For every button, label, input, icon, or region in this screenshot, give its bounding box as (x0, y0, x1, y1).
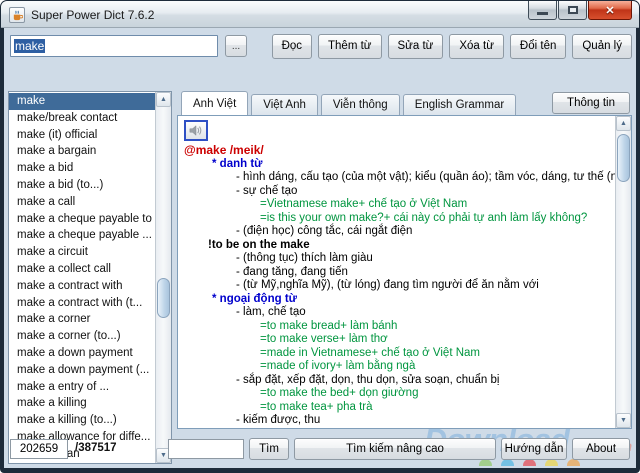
list-item[interactable]: make a cheque payable ... (9, 227, 155, 244)
list-item[interactable]: make a contract with (9, 278, 155, 295)
toolbar-button-read[interactable]: Đọc (271, 33, 313, 59)
list-item[interactable]: make a down payment (9, 345, 155, 362)
close-button[interactable]: ✕ (588, 1, 632, 20)
list-item[interactable]: make a killing (to...) (9, 412, 155, 429)
list-item[interactable]: make a killing (9, 395, 155, 412)
find-input[interactable] (168, 439, 244, 459)
definition-line: - sự chế tạo (236, 184, 298, 197)
word-list-scrollbar-thumb[interactable] (157, 278, 170, 318)
tab-english-grammar[interactable]: English Grammar (402, 94, 517, 115)
definition-line: - (điện học) công tắc, cái ngắt điện (236, 225, 413, 237)
scroll-down-icon[interactable]: ▼ (616, 413, 631, 428)
client-area: make ... Đọc Thêm từ Sửa từ Xóa từ Đổi tên Qu… (4, 28, 636, 468)
coffee-cup-icon (13, 10, 23, 20)
maximize-icon (567, 6, 578, 14)
definition-body: @make /meik/* danh từ - hình dáng, cấu tạ… (178, 116, 615, 428)
watermark-dot (501, 459, 514, 466)
titlebar: Super Power Dict 7.6.2 ✕ (1, 1, 639, 28)
definition-scrollbar[interactable]: ▲ ▼ (615, 116, 631, 428)
toolbar-button-rename[interactable]: Đổi tên (509, 33, 567, 59)
word-list: make make/break contact make (it) official… (9, 92, 155, 463)
definition-line: * danh từ (212, 157, 263, 170)
statusbar: 202659 /387517 Tìm Tìm kiếm nâng cao Hướ… (4, 422, 636, 468)
scroll-up-icon[interactable]: ▲ (156, 92, 171, 107)
info-button[interactable]: Thông tin (552, 92, 630, 114)
window-controls: ✕ (528, 1, 632, 20)
list-item[interactable]: make a bid (to...) (9, 177, 155, 194)
definition-line: - kiếm được, thu (236, 414, 321, 426)
toolbar-button-edit-word[interactable]: Sửa từ (387, 33, 444, 59)
definition-panel: @make /meik/* danh từ - hình dáng, cấu tạ… (177, 115, 632, 429)
toolbar-buttons: Đọc Thêm từ Sửa từ Xóa từ Đổi tên Quản lý (271, 33, 632, 59)
window-title: Super Power Dict 7.6.2 (31, 8, 155, 22)
about-button[interactable]: About (572, 438, 630, 460)
help-button[interactable]: Hướng dẫn (501, 438, 567, 460)
watermark-dot (567, 459, 580, 466)
tab-vien-thong[interactable]: Viễn thông (320, 94, 400, 115)
toolbar: make ... Đọc Thêm từ Sửa từ Xóa từ Đổi tên Qu… (10, 33, 632, 59)
java-app-icon (9, 7, 25, 23)
definition-scrollbar-thumb[interactable] (617, 134, 630, 182)
definition-line: =is this your own make?+ cái này có phải… (260, 211, 588, 224)
list-item[interactable]: make a entry of ... (9, 379, 155, 396)
browse-button[interactable]: ... (225, 35, 247, 57)
search-input[interactable]: make (10, 35, 219, 57)
list-item[interactable]: make/break contact (9, 110, 155, 127)
list-item[interactable]: make (9, 93, 155, 110)
word-index-field[interactable]: 202659 (10, 439, 68, 459)
word-list-scrollbar[interactable]: ▲ ▼ (155, 92, 171, 463)
tab-viet-anh[interactable]: Việt Anh (251, 94, 318, 115)
list-item[interactable]: make a corner (9, 311, 155, 328)
list-item[interactable]: make a bid (9, 160, 155, 177)
speaker-icon (189, 125, 202, 136)
word-list-panel: make make/break contact make (it) official… (8, 91, 172, 464)
toolbar-button-add-word[interactable]: Thêm từ (318, 33, 382, 59)
toolbar-button-delete-word[interactable]: Xóa từ (449, 33, 504, 59)
advanced-search-button[interactable]: Tìm kiếm nâng cao (294, 438, 496, 460)
find-button[interactable]: Tìm (249, 438, 289, 460)
definition-line: =to make money+ kiếm tiền (184, 428, 613, 429)
list-item[interactable]: make (it) official (9, 127, 155, 144)
list-item[interactable]: make a call (9, 194, 155, 211)
pronounce-button[interactable] (184, 120, 208, 141)
definition-line: - sắp đặt, xếp đặt, dọn, thu dọn, sửa so… (236, 373, 500, 386)
list-item[interactable]: make a corner (to...) (9, 328, 155, 345)
definition-line: - (từ Mỹ,nghĩa Mỹ), (từ lóng) đang tìm n… (236, 279, 539, 291)
definition-line: =made of ivory+ làm bằng ngà (260, 360, 416, 372)
definition-line: !to be on the make (208, 238, 310, 251)
list-item[interactable]: make a down payment (... (9, 362, 155, 379)
word-total-label: /387517 (75, 442, 117, 454)
list-item[interactable]: make a cheque payable to (9, 211, 155, 228)
list-item[interactable]: make a circuit (9, 244, 155, 261)
scroll-up-icon[interactable]: ▲ (616, 116, 631, 131)
close-icon: ✕ (605, 4, 615, 17)
list-item[interactable]: make a bargain (9, 143, 155, 160)
watermark-dots (479, 459, 580, 466)
watermark-dot (545, 459, 558, 466)
tab-anh-viet[interactable]: Anh Việt (181, 91, 249, 115)
toolbar-button-manage[interactable]: Quản lý (572, 33, 632, 59)
search-input-value: make (14, 39, 46, 53)
list-item[interactable]: make a contract with (t... (9, 295, 155, 312)
definition-line: - hình dáng, cấu tạo (của một vật); kiểu… (236, 171, 615, 183)
list-item[interactable]: make a collect call (9, 261, 155, 278)
definition-line: =to make tea+ pha trà (260, 400, 373, 413)
definition-line: - đang tăng, đang tiến (236, 265, 348, 278)
minimize-icon (537, 12, 548, 15)
definition-line: * ngoại động từ (212, 292, 297, 305)
definition-line: =Vietnamese make+ chế tạo ở Việt Nam (260, 198, 468, 210)
definition-line: =to make verse+ làm thơ (260, 333, 388, 345)
app-window: Super Power Dict 7.6.2 ✕ make ... Đọc Thê… (0, 0, 640, 473)
definition-line: - làm, chế tạo (236, 306, 306, 318)
maximize-button[interactable] (558, 1, 587, 20)
watermark-dot (479, 459, 492, 466)
watermark-dot (523, 459, 536, 466)
definition-line: =to make bread+ làm bánh (260, 319, 398, 332)
minimize-button[interactable] (528, 1, 557, 20)
definition-line: =made in Vietnamese+ chế tạo ở Việt Nam (260, 346, 480, 359)
definition-line: =to make the bed+ dọn giường (260, 387, 419, 399)
definition-line: - (thông tục) thích làm giàu (236, 252, 373, 264)
definition-line: @make /meik/ (184, 143, 264, 157)
